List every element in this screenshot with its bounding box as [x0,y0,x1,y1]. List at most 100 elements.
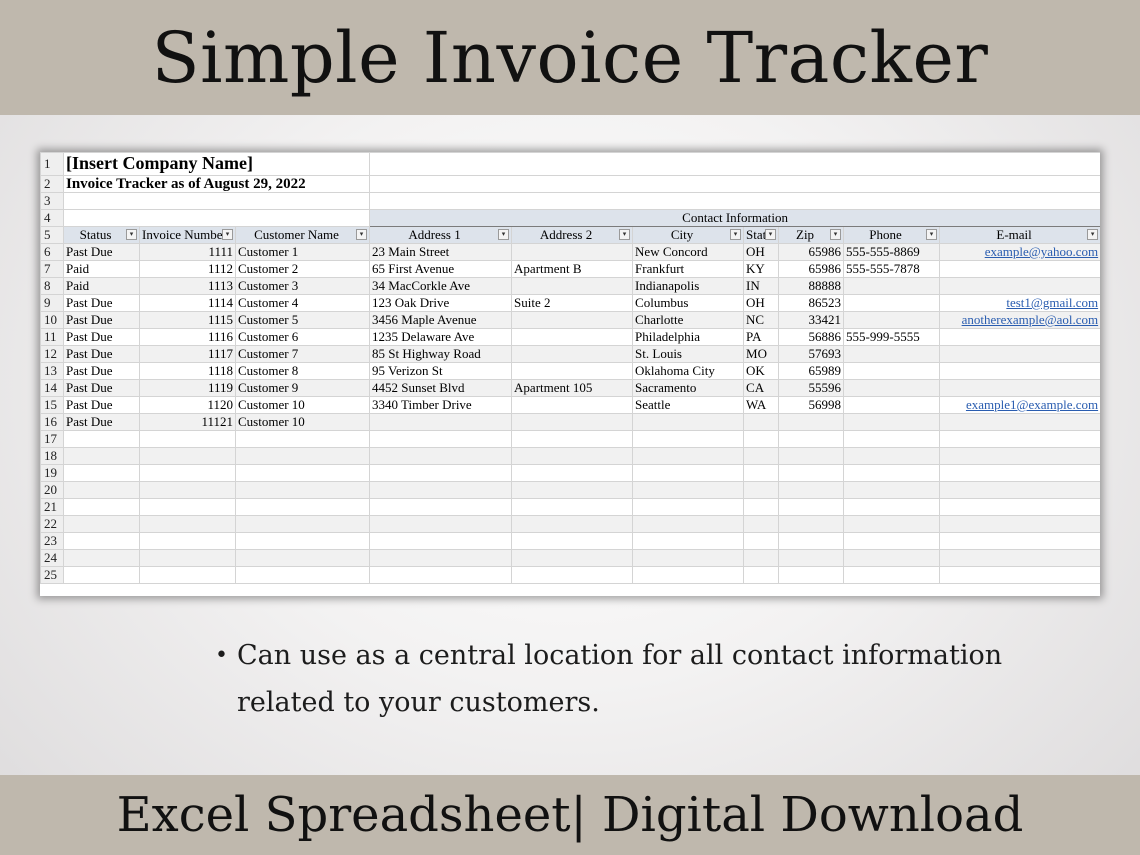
table-cell[interactable] [743,481,780,499]
table-cell[interactable] [778,532,845,550]
table-cell[interactable] [743,549,780,567]
table-cell[interactable]: 95 Verizon St [369,362,513,380]
table-cell[interactable]: Past Due [63,413,140,431]
table-cell[interactable]: 86523 [778,294,845,312]
filter-dropdown-icon[interactable]: ▾ [1087,229,1099,240]
filter-dropdown-icon[interactable]: ▾ [619,229,631,240]
table-cell[interactable] [234,498,371,516]
table-cell[interactable]: Customer 6 [234,328,371,346]
table-cell[interactable] [939,345,1100,363]
blank-cell[interactable] [62,209,371,227]
table-cell[interactable]: 1117 [139,345,236,363]
table-cell[interactable] [139,481,236,499]
table-cell[interactable] [234,515,371,533]
table-cell[interactable] [743,532,780,550]
table-cell[interactable] [369,549,513,567]
table-cell[interactable] [139,549,236,567]
table-cell[interactable] [63,481,140,499]
table-cell[interactable]: Customer 3 [234,277,371,295]
table-cell[interactable] [632,430,745,448]
table-cell[interactable] [511,413,634,431]
table-cell[interactable] [511,243,634,261]
table-cell[interactable] [843,277,941,295]
table-cell[interactable] [778,498,845,516]
table-cell[interactable]: CA [743,379,780,397]
table-cell[interactable] [234,464,371,482]
table-cell[interactable]: Customer 9 [234,379,371,397]
table-cell[interactable]: example@yahoo.com [939,243,1100,261]
table-cell[interactable] [632,532,745,550]
table-cell[interactable]: 23 Main Street [369,243,513,261]
table-cell[interactable] [63,464,140,482]
table-cell[interactable]: 1115 [139,311,236,329]
table-cell[interactable] [139,430,236,448]
filter-dropdown-icon[interactable]: ▾ [765,229,777,240]
table-cell[interactable] [778,481,845,499]
table-cell[interactable]: 11121 [139,413,236,431]
table-cell[interactable]: MO [743,345,780,363]
table-cell[interactable]: 65989 [778,362,845,380]
table-cell[interactable]: Customer 7 [234,345,371,363]
table-cell[interactable]: PA [743,328,780,346]
table-cell[interactable]: 65986 [778,243,845,261]
table-cell[interactable] [139,498,236,516]
table-cell[interactable]: Customer 10 [234,413,371,431]
table-cell[interactable]: 1112 [139,260,236,278]
table-cell[interactable] [843,413,941,431]
table-cell[interactable] [63,549,140,567]
table-cell[interactable]: IN [743,277,780,295]
table-cell[interactable] [843,549,941,567]
table-cell[interactable]: NC [743,311,780,329]
table-cell[interactable] [511,464,634,482]
table-cell[interactable]: 55596 [778,379,845,397]
table-cell[interactable]: 1114 [139,294,236,312]
table-cell[interactable] [511,396,634,414]
filter-dropdown-icon[interactable]: ▾ [498,229,510,240]
table-cell[interactable] [369,481,513,499]
filter-dropdown-icon[interactable]: ▾ [730,229,742,240]
table-cell[interactable]: 3340 Timber Drive [369,396,513,414]
table-cell[interactable]: Past Due [63,345,140,363]
table-cell[interactable] [939,566,1100,584]
table-cell[interactable] [778,430,845,448]
table-cell[interactable]: Indianapolis [632,277,745,295]
table-cell[interactable] [139,447,236,465]
table-cell[interactable] [632,481,745,499]
table-cell[interactable]: 33421 [778,311,845,329]
title-blank-cell[interactable] [62,192,371,210]
table-cell[interactable]: 34 MacCorkle Ave [369,277,513,295]
table-cell[interactable]: 1113 [139,277,236,295]
table-cell[interactable]: Columbus [632,294,745,312]
table-cell[interactable] [632,498,745,516]
table-cell[interactable]: 65 First Avenue [369,260,513,278]
table-cell[interactable]: test1@gmail.com [939,294,1100,312]
table-cell[interactable] [939,260,1100,278]
table-cell[interactable] [63,447,140,465]
table-cell[interactable]: Past Due [63,294,140,312]
table-cell[interactable]: 85 St Highway Road [369,345,513,363]
table-cell[interactable] [139,515,236,533]
table-cell[interactable] [843,464,941,482]
table-cell[interactable] [369,515,513,533]
table-cell[interactable] [632,447,745,465]
filter-dropdown-icon[interactable]: ▾ [926,229,938,240]
table-cell[interactable] [939,515,1100,533]
table-cell[interactable]: Apartment B [511,260,634,278]
table-cell[interactable]: New Concord [632,243,745,261]
table-cell[interactable] [843,566,941,584]
table-cell[interactable]: 88888 [778,277,845,295]
table-cell[interactable] [369,413,513,431]
table-cell[interactable] [511,447,634,465]
table-cell[interactable] [843,396,941,414]
table-cell[interactable]: Apartment 105 [511,379,634,397]
filter-dropdown-icon[interactable]: ▾ [222,229,233,240]
table-cell[interactable] [843,379,941,397]
table-cell[interactable] [939,549,1100,567]
table-cell[interactable] [939,277,1100,295]
table-cell[interactable] [511,277,634,295]
table-cell[interactable]: Customer 2 [234,260,371,278]
table-cell[interactable] [843,294,941,312]
table-cell[interactable]: 123 Oak Drive [369,294,513,312]
table-cell[interactable] [743,498,780,516]
table-cell[interactable] [369,532,513,550]
